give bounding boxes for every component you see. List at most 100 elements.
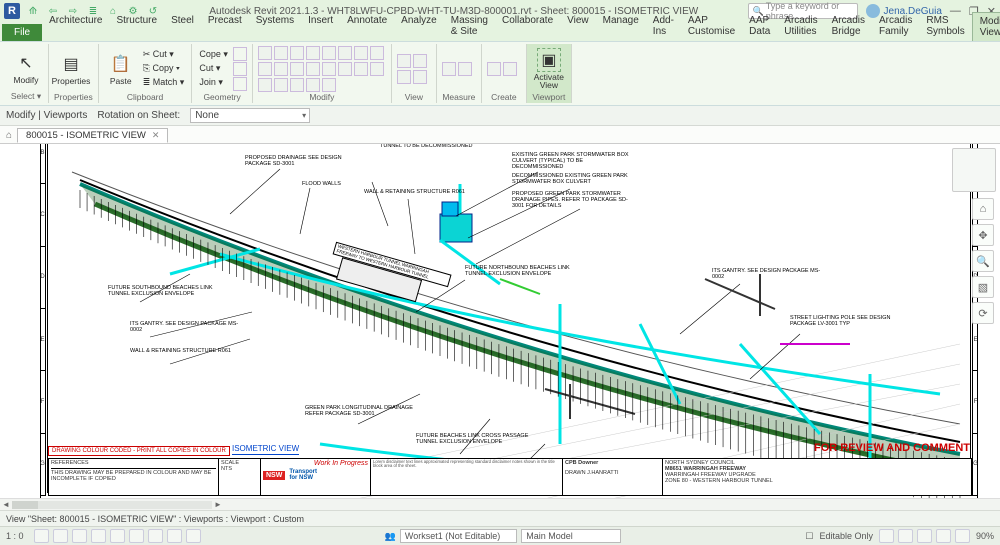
join-button[interactable]: Join ▾: [197, 76, 230, 89]
ribbon-small-icon[interactable]: [290, 62, 304, 76]
close-tab-icon[interactable]: ✕: [152, 130, 160, 141]
ribbon-small-icon[interactable]: [306, 46, 320, 60]
status-icon[interactable]: [110, 529, 125, 543]
ribbon-small-icon[interactable]: [413, 54, 427, 68]
zoom-icon[interactable]: 🔍: [972, 250, 994, 272]
editable-only-toggle[interactable]: Editable Only: [819, 531, 873, 541]
ribbon-small-icon[interactable]: [258, 46, 272, 60]
horizontal-scrollbar[interactable]: ◄ ►: [0, 498, 1000, 510]
ribbon-tab[interactable]: Architecture: [42, 12, 109, 41]
ribbon-tab[interactable]: Analyze: [394, 12, 444, 41]
ribbon-tab[interactable]: Precast: [201, 12, 249, 41]
activate-view-button[interactable]: ▣ Activate View: [532, 48, 566, 90]
ribbon-tab[interactable]: AAP Customise: [681, 12, 742, 41]
ribbon-small-icon[interactable]: [258, 78, 272, 92]
cut-button[interactable]: ✂ Cut ▾: [141, 48, 187, 61]
drawing-canvas[interactable]: BCDEFG BCDEFG: [0, 144, 1000, 510]
ribbon-small-icon[interactable]: [354, 46, 368, 60]
ribbon-tab[interactable]: Modify | Viewports: [972, 12, 1000, 41]
status-icon[interactable]: [955, 529, 970, 543]
ribbon-tab[interactable]: AAP Data: [742, 12, 777, 41]
qat-open-icon[interactable]: ⟰: [26, 4, 40, 18]
cope-button[interactable]: Cope ▾: [197, 48, 230, 61]
ribbon-tab[interactable]: Insert: [301, 12, 340, 41]
status-icon[interactable]: [936, 529, 951, 543]
section-icon[interactable]: ▧: [972, 276, 994, 298]
ribbon-small-icon[interactable]: [338, 62, 352, 76]
view-cube[interactable]: [952, 148, 996, 192]
ribbon-tab[interactable]: Arcadis Family: [872, 12, 919, 41]
ribbon-tab[interactable]: Add-Ins: [646, 12, 681, 41]
scroll-left-icon[interactable]: ◄: [0, 500, 12, 509]
ribbon-small-icon[interactable]: [458, 62, 472, 76]
workset-icon[interactable]: 👥: [385, 531, 396, 542]
properties-button[interactable]: ▤ Properties: [54, 52, 88, 86]
ribbon-small-icon[interactable]: [354, 62, 368, 76]
ribbon-small-icon[interactable]: [290, 46, 304, 60]
geom-icon[interactable]: [233, 77, 247, 91]
zoom-level[interactable]: 90%: [976, 531, 994, 541]
ribbon-small-icon[interactable]: [306, 62, 320, 76]
home-tab-icon[interactable]: ⌂: [6, 130, 17, 143]
status-icon[interactable]: [148, 529, 163, 543]
geom-icon[interactable]: [233, 47, 247, 61]
ribbon-small-icon[interactable]: [442, 62, 456, 76]
scroll-thumb[interactable]: [12, 501, 38, 509]
ribbon-tab[interactable]: Arcadis Bridge: [825, 12, 872, 41]
paste-button[interactable]: 📋 Paste: [104, 52, 138, 86]
sync-icon[interactable]: ⟳: [972, 302, 994, 324]
ribbon-small-icon[interactable]: [306, 78, 320, 92]
status-icon[interactable]: [91, 529, 106, 543]
status-icon[interactable]: [167, 529, 182, 543]
ribbon-small-icon[interactable]: [413, 70, 427, 84]
ribbon-tab[interactable]: Structure: [109, 12, 164, 41]
ribbon-small-icon[interactable]: [503, 62, 517, 76]
status-icon[interactable]: [72, 529, 87, 543]
file-tab[interactable]: File: [2, 24, 42, 41]
scroll-right-icon[interactable]: ►: [212, 500, 224, 509]
check-icon[interactable]: ☐: [805, 531, 813, 542]
ribbon-tab[interactable]: Arcadis Utilities: [777, 12, 824, 41]
ribbon-small-icon[interactable]: [274, 62, 288, 76]
view-title[interactable]: ISOMETRIC VIEW: [232, 444, 299, 455]
ribbon-small-icon[interactable]: [274, 78, 288, 92]
ribbon-tab[interactable]: Massing & Site: [444, 12, 495, 41]
status-icon[interactable]: [53, 529, 68, 543]
ribbon-tab[interactable]: Manage: [596, 12, 646, 41]
status-icon[interactable]: [898, 529, 913, 543]
ribbon-tab[interactable]: Steel: [164, 12, 201, 41]
ribbon-small-icon[interactable]: [397, 70, 411, 84]
ribbon-small-icon[interactable]: [397, 54, 411, 68]
ribbon-small-icon[interactable]: [274, 46, 288, 60]
ribbon-small-icon[interactable]: [370, 46, 384, 60]
steering-wheel-icon[interactable]: ✥: [972, 224, 994, 246]
rotation-dropdown[interactable]: None: [190, 108, 310, 123]
document-tab[interactable]: 800015 - ISOMETRIC VIEW ✕: [17, 128, 168, 143]
match-button[interactable]: ≣ Match ▾: [141, 76, 187, 89]
ribbon-small-icon[interactable]: [322, 62, 336, 76]
ribbon-tab[interactable]: Annotate: [340, 12, 394, 41]
workset-dropdown[interactable]: Workset1 (Not Editable): [400, 529, 517, 543]
ribbon-small-icon[interactable]: [322, 46, 336, 60]
status-icon[interactable]: [879, 529, 894, 543]
status-icon[interactable]: [917, 529, 932, 543]
ribbon-small-icon[interactable]: [258, 62, 272, 76]
ribbon-tab[interactable]: Systems: [249, 12, 301, 41]
ribbon-small-icon[interactable]: [487, 62, 501, 76]
gcut-button[interactable]: Cut ▾: [197, 62, 230, 75]
geom-icon[interactable]: [233, 62, 247, 76]
ribbon-tab[interactable]: Collaborate: [495, 12, 560, 41]
ribbon-small-icon[interactable]: [290, 78, 304, 92]
modify-button[interactable]: ↖ Modify: [9, 51, 43, 85]
status-icon[interactable]: [186, 529, 201, 543]
status-icon[interactable]: [129, 529, 144, 543]
ribbon-tab[interactable]: RMS Symbols: [919, 12, 971, 41]
ribbon-small-icon[interactable]: [370, 62, 384, 76]
status-icon[interactable]: [34, 529, 49, 543]
ribbon-small-icon[interactable]: [338, 46, 352, 60]
ribbon-tab[interactable]: View: [560, 12, 596, 41]
model-dropdown[interactable]: Main Model: [521, 529, 621, 543]
ribbon-small-icon[interactable]: [322, 78, 336, 92]
copy-button[interactable]: ⎘ Copy ▾: [141, 62, 187, 75]
home-icon[interactable]: ⌂: [972, 198, 994, 220]
